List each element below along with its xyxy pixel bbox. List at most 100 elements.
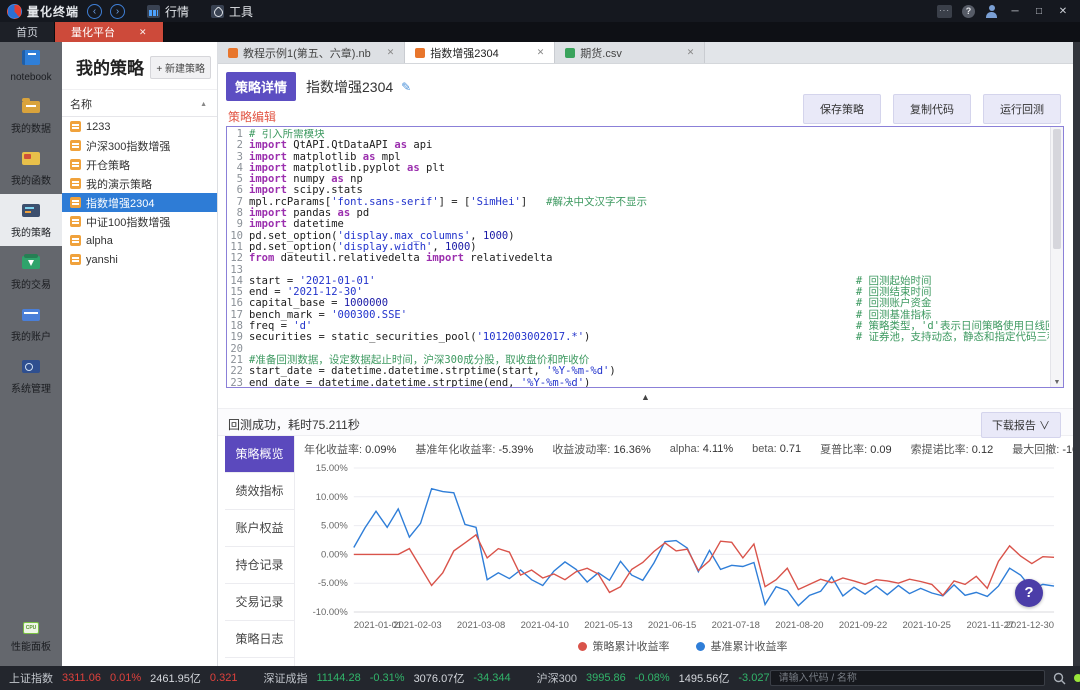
strategy-name: 开仓策略 <box>86 157 130 173</box>
menu-tools[interactable]: 工具 <box>211 3 253 20</box>
svg-text:0.00%: 0.00% <box>321 549 348 560</box>
editor-tab-label: 教程示例1(第五、六章).nb <box>243 45 371 61</box>
new-strategy-button[interactable]: + 新建策略 <box>150 56 211 79</box>
sidebar-item-label: 性能面板 <box>0 638 62 653</box>
line-number: 2 <box>227 140 249 151</box>
page-tab-量化平台[interactable]: 量化平台✕ <box>55 22 164 42</box>
sidebar-item-我的函数[interactable]: 我的函数 <box>0 142 62 194</box>
close-icon[interactable]: ✕ <box>671 47 695 58</box>
ticker-沪深300[interactable]: 沪深3003995.86-0.08%1495.56亿-3.027 <box>537 670 770 686</box>
collapse-editor-icon[interactable]: ▲ <box>218 392 1073 402</box>
strategy-doc-icon <box>70 159 81 170</box>
strategy-list-item[interactable]: 指数增强2304 <box>62 193 217 212</box>
forward-icon[interactable]: › <box>110 4 125 19</box>
code-segment: as <box>363 151 376 163</box>
sort-asc-icon[interactable]: ▲ <box>200 101 207 108</box>
report-tab-绩效指标[interactable]: 绩效指标 <box>225 473 294 510</box>
user-icon[interactable] <box>985 5 998 18</box>
ticker-change: 0.321 <box>210 672 238 684</box>
code-text: securities = static_securities_pool('101… <box>249 332 1049 343</box>
ticker-上证指数[interactable]: 上证指数3311.060.01%2461.95亿0.321 <box>9 670 237 686</box>
report-tab-策略日志[interactable]: 策略日志 <box>225 621 294 658</box>
editor-tab-教程示例1(第五、六章).nb[interactable]: 教程示例1(第五、六章).nb✕ <box>218 42 405 63</box>
code-segment: import <box>426 252 464 264</box>
feedback-chat-icon[interactable]: ··· <box>937 5 952 18</box>
scrollbar-thumb[interactable] <box>1053 129 1061 249</box>
search-icon[interactable] <box>1053 672 1066 685</box>
sidebar-item-我的账户[interactable]: 我的账户 <box>0 298 62 350</box>
strategy-list-item[interactable]: 1233 <box>62 117 217 136</box>
strategy-list-item[interactable]: 开仓策略 <box>62 155 217 174</box>
sidebar-item-notebook[interactable]: notebook <box>0 42 62 90</box>
page-tab-bar: 首页量化平台✕ <box>0 22 1080 42</box>
edit-pencil-icon[interactable]: ✎ <box>401 80 411 94</box>
code-segment: pd <box>350 207 369 219</box>
code-segment: , <box>470 230 483 242</box>
ticker-percent: 0.01% <box>110 672 141 684</box>
legend-item-基准累计收益率[interactable]: 基准累计收益率 <box>696 638 788 654</box>
close-icon[interactable]: ✕ <box>139 27 147 38</box>
tools-wrench-icon <box>211 5 224 18</box>
strategy-list-item[interactable]: yanshi <box>62 250 217 269</box>
editor-tab-指数增强2304[interactable]: 指数增强2304✕ <box>405 42 555 63</box>
strategy-name: yanshi <box>86 254 118 266</box>
close-icon[interactable]: ✕ <box>371 47 395 58</box>
legend-dot <box>696 642 705 651</box>
sidebar-item-性能面板[interactable]: CPU性能面板 <box>0 610 62 660</box>
strategy-list-item[interactable]: alpha <box>62 231 217 250</box>
report-tab-交易记录[interactable]: 交易记录 <box>225 584 294 621</box>
code-segment: 1000000 <box>344 297 388 309</box>
strategy-list-item[interactable]: 沪深300指数增强 <box>62 136 217 155</box>
strategy-list-item[interactable]: 中证100指数增强 <box>62 212 217 231</box>
menu-market[interactable]: 行情 <box>147 3 189 20</box>
report-tab-持仓记录[interactable]: 持仓记录 <box>225 547 294 584</box>
chart-legend: 策略累计收益率 基准累计收益率 <box>304 638 1061 654</box>
scroll-down-icon[interactable]: ▼ <box>1051 379 1063 386</box>
page-tab-首页[interactable]: 首页 <box>0 22 55 42</box>
editor-scrollbar[interactable]: ▼ <box>1050 127 1063 387</box>
svg-text:2021-12-30: 2021-12-30 <box>1006 620 1054 631</box>
help-icon[interactable]: ? <box>962 5 975 18</box>
code-text: end_date = datetime.datetime.strptime(en… <box>249 378 590 387</box>
close-button[interactable]: ✕ <box>1056 6 1070 17</box>
line-number: 12 <box>227 253 249 264</box>
svg-text:2021-02-03: 2021-02-03 <box>393 620 441 631</box>
search-input[interactable] <box>770 670 1045 686</box>
metric-value: 0.71 <box>780 443 801 455</box>
minimize-button[interactable]: ─ <box>1008 6 1022 17</box>
report-tab-策略概览[interactable]: 策略概览 <box>225 436 294 473</box>
strategy-list-item[interactable]: 我的演示策略 <box>62 174 217 193</box>
code-segment: import <box>249 207 287 219</box>
action-button-保存策略[interactable]: 保存策略 <box>803 94 881 124</box>
code-segment: import <box>249 173 287 185</box>
ticker-percent: -0.08% <box>635 672 670 684</box>
strategy-list-header[interactable]: 名称 ▲ <box>62 89 217 117</box>
sidebar-item-我的策略[interactable]: 我的策略 <box>0 194 62 246</box>
close-icon[interactable]: ✕ <box>521 47 545 58</box>
action-button-复制代码[interactable]: 复制代码 <box>893 94 971 124</box>
maximize-button[interactable]: □ <box>1032 6 1046 17</box>
account-icon <box>22 309 40 321</box>
report-tab-账户权益[interactable]: 账户权益 <box>225 510 294 547</box>
back-icon[interactable]: ‹ <box>87 4 102 19</box>
legend-item-策略累计收益率[interactable]: 策略累计收益率 <box>578 638 670 654</box>
download-report-button[interactable]: 下载报告 ∨ <box>981 412 1061 438</box>
code-segment: np <box>344 173 363 185</box>
sidebar-item-我的交易[interactable]: 我的交易 <box>0 246 62 298</box>
floating-help-button[interactable]: ? <box>1015 579 1043 607</box>
code-segment: as <box>331 173 344 185</box>
metric-label: 最大回撤: <box>1012 444 1062 456</box>
code-segment: ) <box>508 230 514 242</box>
svg-text:2021-08-20: 2021-08-20 <box>775 620 823 631</box>
editor-tab-期货.csv[interactable]: 期货.csv✕ <box>555 42 705 63</box>
window-right-edge <box>1073 42 1080 666</box>
code-segment: '%Y-%m-%d' <box>546 365 609 377</box>
code-editor[interactable]: 1# 引入所需模块2import QtAPI.QtDataAPI as api3… <box>226 126 1064 388</box>
sidebar-item-系统管理[interactable]: 系统管理 <box>0 350 62 402</box>
code-segment: #解决中文汉字不显示 <box>546 196 647 208</box>
strategy-name: 1233 <box>86 121 110 133</box>
action-button-运行回测[interactable]: 运行回测 <box>983 94 1061 124</box>
sidebar-item-我的数据[interactable]: 我的数据 <box>0 90 62 142</box>
ticker-深证成指[interactable]: 深证成指11144.28-0.31%3076.07亿-34.344 <box>263 670 510 686</box>
code-segment: ] = [ <box>439 196 471 208</box>
